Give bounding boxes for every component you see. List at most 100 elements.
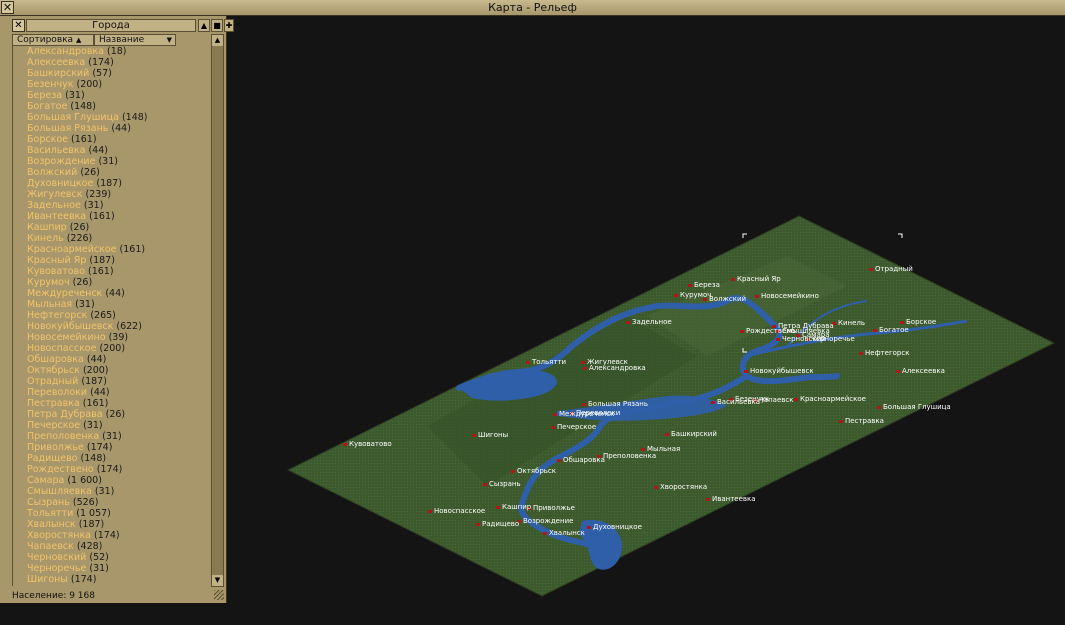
map-city-label[interactable]: Преполовенка bbox=[603, 452, 656, 460]
relief-map[interactable]: Отрадный Береза Красный Яр Курумоч Волжский Н… bbox=[227, 16, 1065, 625]
list-item[interactable]: Курумоч (26) bbox=[13, 277, 211, 288]
map-city-label[interactable]: Кашпир bbox=[502, 503, 532, 511]
list-item[interactable]: Хворостянка (174) bbox=[13, 530, 211, 541]
list-item[interactable]: Октябрьск (200) bbox=[13, 365, 211, 376]
list-item[interactable]: Чапаевск (428) bbox=[13, 541, 211, 552]
map-city-label[interactable]: Васильевка bbox=[717, 398, 760, 406]
map-city-label[interactable]: Алексеевка bbox=[902, 367, 945, 375]
list-item[interactable]: Безенчук (200) bbox=[13, 79, 211, 90]
map-city-label[interactable]: Октябрьск bbox=[517, 467, 556, 475]
list-item[interactable]: Обшаровка (44) bbox=[13, 354, 211, 365]
map-city-label[interactable]: Кинель bbox=[838, 319, 865, 327]
map-city-label[interactable]: Ивантеевка bbox=[712, 495, 756, 503]
map-city-label[interactable]: Тольятти bbox=[531, 358, 566, 366]
list-item[interactable]: Черновский (52) bbox=[13, 552, 211, 563]
list-item[interactable]: Отрадный (187) bbox=[13, 376, 211, 387]
map-city-label[interactable]: Приволжье bbox=[533, 504, 575, 512]
list-item[interactable]: Хвалынск (187) bbox=[13, 519, 211, 530]
list-item[interactable]: Шигоны (174) bbox=[13, 574, 211, 585]
map-city-label[interactable]: Волжский bbox=[709, 295, 746, 303]
map-city-label[interactable]: Хвалынск bbox=[549, 529, 585, 537]
map-city-label[interactable]: Чапаевск bbox=[759, 396, 793, 404]
list-item[interactable]: Приволжье (174) bbox=[13, 442, 211, 453]
panel-close-button[interactable]: ✕ bbox=[12, 19, 25, 32]
list-item[interactable]: Тольятти (1 057) bbox=[13, 508, 211, 519]
list-item[interactable]: Новосемейкино (39) bbox=[13, 332, 211, 343]
map-city-label[interactable]: Пестравка bbox=[845, 417, 884, 425]
list-item[interactable]: Башкирский (57) bbox=[13, 68, 211, 79]
map-city-label[interactable]: Красный Яр bbox=[737, 275, 781, 283]
list-item[interactable]: Преполовенка (31) bbox=[13, 431, 211, 442]
map-city-label[interactable]: Нефтегорск bbox=[865, 349, 909, 357]
map-city-label[interactable]: Отрадный bbox=[875, 265, 913, 273]
list-item[interactable]: Переволоки (44) bbox=[13, 387, 211, 398]
list-item[interactable]: Береза (31) bbox=[13, 90, 211, 101]
map-city-label[interactable]: Возрождение bbox=[523, 517, 573, 525]
list-item[interactable]: Кувоватово (161) bbox=[13, 266, 211, 277]
map-city-label[interactable]: Шигоны bbox=[478, 431, 508, 439]
list-item[interactable]: Возрождение (31) bbox=[13, 156, 211, 167]
relief-map-canvas[interactable]: Отрадный Береза Красный Яр КурумочВолжский Н… bbox=[227, 16, 1065, 625]
map-city-label[interactable]: Междуреченск bbox=[559, 410, 614, 418]
list-item[interactable]: Волжский (26) bbox=[13, 167, 211, 178]
list-item[interactable]: Духовницкое (187) bbox=[13, 178, 211, 189]
list-item[interactable]: Радищево (148) bbox=[13, 453, 211, 464]
list-item[interactable]: Жигулевск (239) bbox=[13, 189, 211, 200]
list-item[interactable]: Рождествено (174) bbox=[13, 464, 211, 475]
map-city-label[interactable]: Башкирский bbox=[671, 430, 717, 438]
list-item[interactable]: Новокуйбышевск (622) bbox=[13, 321, 211, 332]
list-item[interactable]: Кашпир (26) bbox=[13, 222, 211, 233]
list-item[interactable]: Большая Глушица (148) bbox=[13, 112, 211, 123]
panel-collapse-button[interactable]: ▲ bbox=[198, 19, 210, 32]
map-city-label[interactable]: Хворостянка bbox=[660, 483, 707, 491]
list-item[interactable]: Самара (1 600) bbox=[13, 475, 211, 486]
scroll-down-button[interactable]: ▼ bbox=[212, 575, 223, 586]
map-city-label[interactable]: Береза bbox=[694, 281, 720, 289]
map-city-label[interactable]: Курумоч bbox=[680, 291, 711, 299]
list-item[interactable]: Черноречье (31) bbox=[13, 563, 211, 574]
sort-order-button[interactable]: Сортировка ▲ bbox=[12, 34, 94, 46]
sort-field-select[interactable]: Название ▼ bbox=[94, 34, 176, 46]
list-item[interactable]: Алексеевка (174) bbox=[13, 57, 211, 68]
resize-grip-icon[interactable] bbox=[214, 590, 224, 600]
list-item[interactable]: Печерское (31) bbox=[13, 420, 211, 431]
list-item[interactable]: Смышляевка (31) bbox=[13, 486, 211, 497]
list-item[interactable]: Кинель (226) bbox=[13, 233, 211, 244]
map-city-label[interactable]: Красноармейское bbox=[800, 395, 866, 403]
map-city-label[interactable]: Сызрань bbox=[489, 480, 521, 488]
list-item[interactable]: Сызрань (526) bbox=[13, 497, 211, 508]
map-city-label[interactable]: Задельное bbox=[632, 318, 672, 326]
city-list-scrollbar[interactable]: ▲ ▼ bbox=[211, 34, 224, 587]
list-item[interactable]: Междуреченск (44) bbox=[13, 288, 211, 299]
list-item[interactable]: Петра Дубрава (26) bbox=[13, 409, 211, 420]
list-item[interactable]: Задельное (31) bbox=[13, 200, 211, 211]
map-city-label[interactable]: Духовницкое bbox=[593, 523, 642, 531]
list-item[interactable]: Красный Яр (187) bbox=[13, 255, 211, 266]
map-city-label[interactable]: Большая Глушица bbox=[883, 403, 951, 411]
list-item[interactable]: Борское (161) bbox=[13, 134, 211, 145]
list-item[interactable]: Мыльная (31) bbox=[13, 299, 211, 310]
list-item[interactable]: Богатое (148) bbox=[13, 101, 211, 112]
map-city-label[interactable]: Черноречье bbox=[811, 335, 855, 343]
list-item[interactable]: Пестравка (161) bbox=[13, 398, 211, 409]
map-city-label[interactable]: Новокуйбышевск bbox=[750, 367, 814, 375]
map-city-label[interactable]: Печерское bbox=[557, 423, 596, 431]
map-city-label[interactable]: Кувоватово bbox=[349, 440, 392, 448]
list-item[interactable]: Александровка (18) bbox=[13, 46, 211, 57]
map-city-label[interactable]: Обшаровка bbox=[563, 456, 605, 464]
list-item[interactable]: Васильевка (44) bbox=[13, 145, 211, 156]
list-item[interactable]: Нефтегорск (265) bbox=[13, 310, 211, 321]
map-city-label[interactable]: Новоспасское bbox=[434, 507, 485, 515]
map-city-label[interactable]: Богатое bbox=[879, 326, 909, 334]
map-city-label[interactable]: Александровка bbox=[589, 364, 646, 372]
list-item[interactable]: Большая Рязань (44) bbox=[13, 123, 211, 134]
list-item[interactable]: Новоспасское (200) bbox=[13, 343, 211, 354]
map-city-label[interactable]: Новосемейкино bbox=[761, 292, 819, 300]
list-item[interactable]: Ивантеевка (161) bbox=[13, 211, 211, 222]
panel-restore-button[interactable]: ■ bbox=[211, 19, 223, 32]
list-item[interactable]: Красноармейское (161) bbox=[13, 244, 211, 255]
scroll-up-button[interactable]: ▲ bbox=[212, 35, 223, 46]
map-city-label[interactable]: Борское bbox=[906, 318, 936, 326]
map-city-label[interactable]: Радищево bbox=[482, 520, 519, 528]
map-city-label[interactable]: Большая Рязань bbox=[588, 400, 648, 408]
